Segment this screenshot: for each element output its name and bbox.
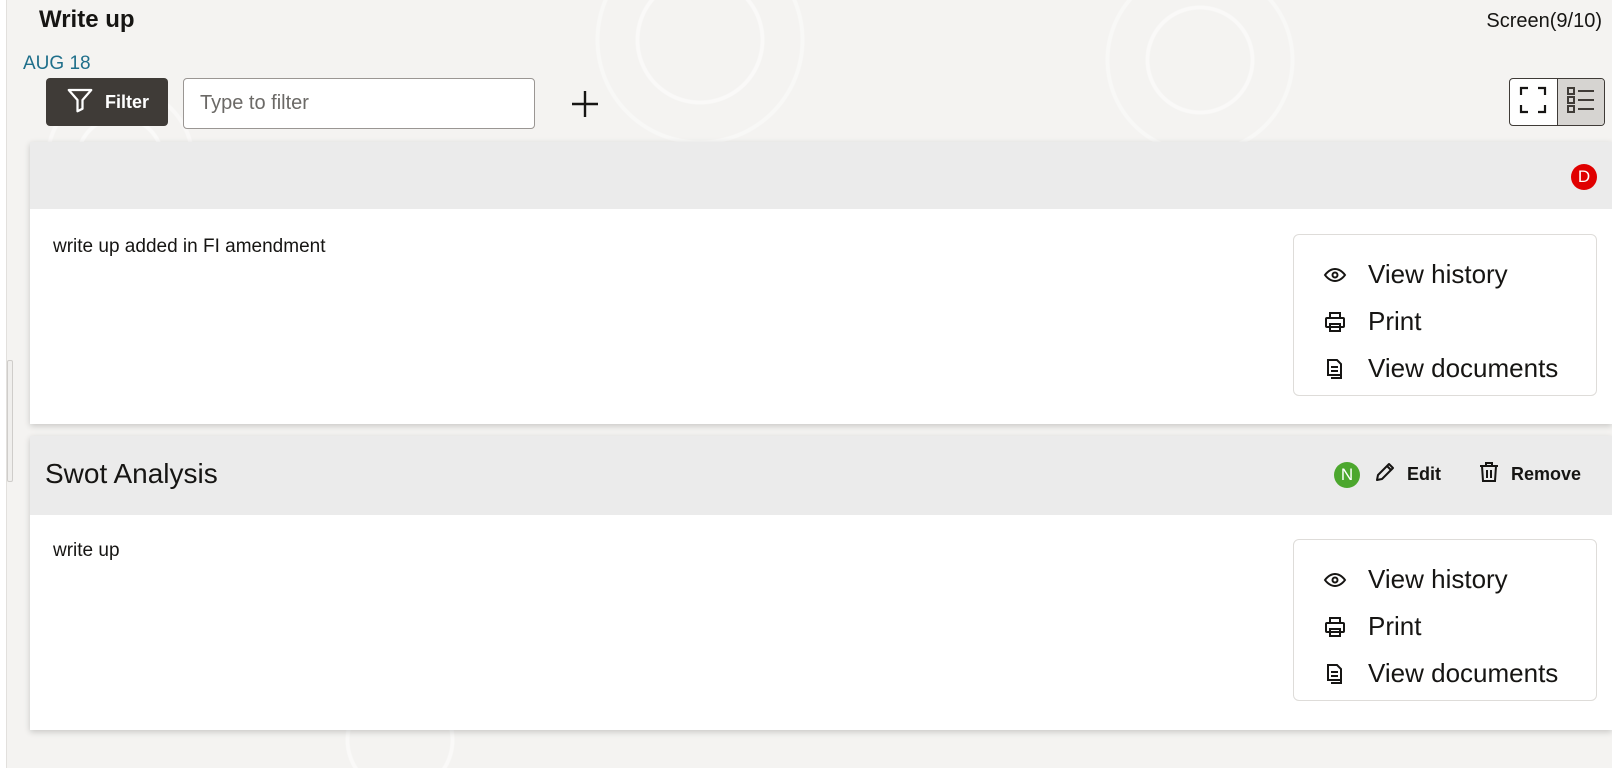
documents-icon — [1322, 356, 1348, 382]
action-menu: View history Print View documents — [1293, 234, 1597, 396]
view-documents-item[interactable]: View documents — [1294, 345, 1596, 392]
menu-item-label: View history — [1368, 564, 1508, 594]
fullscreen-toggle[interactable] — [1510, 79, 1557, 125]
action-menu: View history Print View documents — [1293, 539, 1597, 701]
menu-item-label: View documents — [1368, 353, 1559, 383]
filter-button[interactable]: Filter — [46, 78, 168, 126]
filter-button-label: Filter — [104, 91, 149, 112]
page-title: Write up — [39, 6, 135, 33]
resize-handle[interactable] — [7, 360, 13, 482]
left-rail — [0, 0, 7, 768]
menu-item-label: Print — [1368, 611, 1422, 641]
writeup-card: D write up added in FI amendment View hi… — [30, 142, 1612, 424]
menu-item-label: Print — [1368, 306, 1422, 336]
add-button[interactable] — [567, 88, 603, 124]
view-toggle — [1509, 78, 1605, 126]
fullscreen-icon — [1519, 86, 1547, 119]
filter-icon — [65, 85, 95, 120]
card-header: Swot Analysis N Edit Remove — [30, 436, 1612, 515]
card-title: Swot Analysis — [45, 458, 218, 489]
card-body-text: write up added in FI amendment — [53, 236, 326, 257]
remove-label: Remove — [1511, 464, 1582, 484]
writeup-card: Swot Analysis N Edit Remove write up Vie… — [30, 436, 1612, 730]
documents-icon — [1322, 661, 1348, 687]
printer-icon — [1322, 309, 1348, 335]
plus-icon — [570, 89, 600, 124]
edit-label: Edit — [1407, 464, 1441, 484]
date-label: AUG 18 — [23, 53, 91, 74]
printer-icon — [1322, 614, 1348, 640]
filter-input[interactable] — [183, 78, 535, 129]
eye-icon — [1322, 262, 1348, 288]
print-item[interactable]: Print — [1294, 298, 1596, 345]
remove-button[interactable]: Remove — [1477, 460, 1581, 489]
menu-item-label: View documents — [1368, 658, 1559, 688]
view-documents-item[interactable]: View documents — [1294, 650, 1596, 697]
list-view-icon — [1566, 85, 1596, 120]
screen-counter: Screen(9/10) — [1486, 10, 1602, 32]
status-badge: D — [1571, 164, 1597, 190]
view-history-item[interactable]: View history — [1294, 251, 1596, 298]
card-body-text: write up — [53, 540, 120, 561]
status-badge: N — [1334, 462, 1360, 488]
card-header: D — [30, 142, 1612, 209]
trash-icon — [1477, 460, 1501, 489]
pencil-icon — [1373, 460, 1397, 489]
view-history-item[interactable]: View history — [1294, 556, 1596, 603]
list-view-toggle[interactable] — [1556, 79, 1604, 125]
edit-button[interactable]: Edit — [1373, 460, 1441, 489]
print-item[interactable]: Print — [1294, 603, 1596, 650]
menu-item-label: View history — [1368, 259, 1508, 289]
eye-icon — [1322, 567, 1348, 593]
